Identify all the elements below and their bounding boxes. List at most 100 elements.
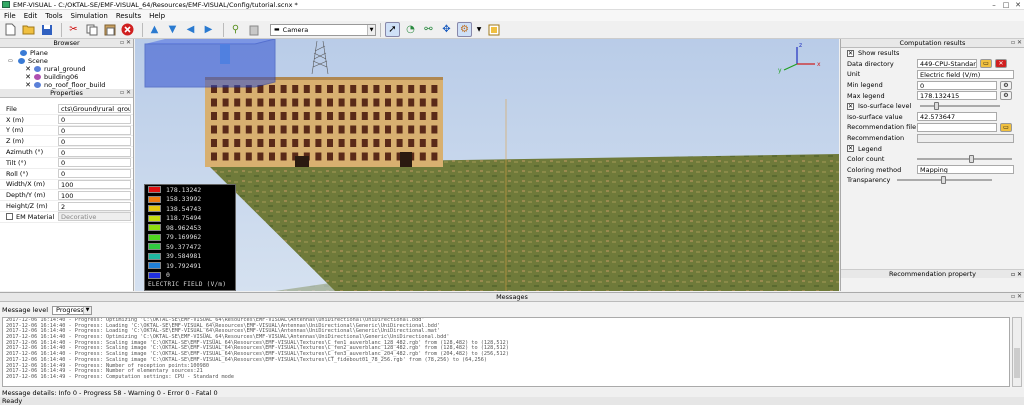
panel-controls[interactable]: ▫ ✕ (120, 39, 131, 46)
clear-icon[interactable]: ✕ (995, 59, 1007, 69)
rec-file-field[interactable] (917, 122, 997, 132)
maximize-button[interactable]: □ (1000, 0, 1012, 9)
move-left-icon[interactable]: ◀ (183, 22, 198, 37)
scrollbar-thumb[interactable] (1014, 348, 1020, 378)
message-level-select[interactable]: Progress ▼ (52, 305, 93, 315)
depth-field[interactable]: 100 (58, 190, 131, 200)
minimize-button[interactable]: – (988, 0, 1000, 9)
view-options-icon[interactable]: ⚙ (457, 22, 472, 37)
open-folder-icon[interactable]: ▭ (1000, 122, 1012, 132)
tilt-field[interactable]: 0 (58, 158, 131, 168)
new-file-icon[interactable] (3, 22, 18, 37)
color-count-slider[interactable] (917, 155, 1012, 164)
building-icon[interactable] (246, 22, 261, 37)
rec-property-header: Recommendation property ▫ ✕ (841, 269, 1024, 278)
coloring-method-row: Coloring method Mapping (841, 165, 1024, 176)
tree-item-building06[interactable]: ✕ building06 (0, 73, 133, 81)
copy-icon[interactable] (84, 22, 99, 37)
menu-simulation[interactable]: Simulation (67, 12, 112, 20)
panel-controls[interactable]: ▫ ✕ (1011, 293, 1022, 300)
azimuth-field[interactable]: 0 (58, 147, 131, 157)
results-dock: Computation results ▫ ✕ ✕ Show results D… (840, 39, 1024, 291)
min-legend-field[interactable]: 0 (917, 80, 997, 90)
log-scrollbar[interactable] (1012, 317, 1022, 387)
iso-level-slider[interactable] (920, 102, 1000, 111)
chevron-down-icon: ▼ (367, 24, 375, 35)
tree-item-scene[interactable]: ▭ Scene (0, 57, 133, 65)
visibility-check-icon[interactable]: ✕ (24, 73, 32, 81)
em-material-select[interactable]: Decorative (58, 212, 131, 222)
panel-controls[interactable]: ▫ ✕ (1011, 271, 1022, 278)
probe-icon[interactable]: ⚯ (421, 22, 436, 37)
width-field[interactable]: 100 (58, 179, 131, 189)
max-legend-row: Max legend 178.132415 ⚙ (841, 90, 1024, 101)
height-field[interactable]: 2 (58, 201, 131, 211)
panel-controls[interactable]: ▫ ✕ (1011, 39, 1022, 46)
visibility-check-icon[interactable]: ✕ (24, 65, 32, 73)
pan-move-icon[interactable]: ✥ (439, 22, 454, 37)
prop-row-y: Y (m) 0 (0, 125, 133, 137)
move-up-icon[interactable]: ▲ (147, 22, 162, 37)
building-window (211, 152, 217, 161)
transparency-slider[interactable] (897, 176, 992, 185)
file-field[interactable]: cts\Ground\rural_groun (58, 104, 131, 114)
recommendation-select[interactable] (917, 133, 1014, 143)
close-window-button[interactable]: ✕ (1012, 0, 1024, 9)
camera-select[interactable]: ▬ Camera ▼ (270, 23, 376, 36)
open-folder-icon[interactable] (21, 22, 36, 37)
report-icon[interactable] (486, 22, 501, 37)
message-log[interactable]: 2017-12-06 16:14:40 - Progress: Optimizi… (2, 317, 1010, 387)
menu-edit[interactable]: Edit (20, 12, 42, 20)
delete-icon[interactable] (120, 22, 135, 37)
open-folder-icon[interactable]: ▭ (980, 59, 992, 69)
x-field[interactable]: 0 (58, 115, 131, 125)
menu-help[interactable]: Help (145, 12, 169, 20)
visibility-check-icon[interactable]: ✕ (24, 81, 32, 89)
iso-value-field[interactable]: 42.573647 (917, 112, 997, 122)
building-window (303, 139, 310, 147)
antenna-icon[interactable]: ⚲ (228, 22, 243, 37)
roll-field[interactable]: 0 (58, 169, 131, 179)
iso-surface-checkbox[interactable]: ✕ (847, 102, 854, 110)
building-window (269, 98, 275, 107)
expand-icon[interactable]: ▭ (8, 58, 16, 64)
y-field[interactable]: 0 (58, 125, 131, 135)
view-dropdown-icon[interactable]: ▼ (475, 22, 483, 37)
max-legend-field[interactable]: 178.132415 (917, 91, 997, 101)
em-material-checkbox[interactable] (6, 213, 13, 221)
compute-icon[interactable]: ◔ (403, 22, 418, 37)
data-directory-field[interactable]: 449-CPU-Standard (917, 59, 977, 69)
object-icon (34, 82, 41, 88)
save-icon[interactable] (39, 22, 54, 37)
select-cursor-icon[interactable]: ➚ (385, 22, 400, 37)
tree-item-rural-ground[interactable]: ✕ rural_ground (0, 65, 133, 73)
object-icon (34, 74, 41, 80)
menu-file[interactable]: File (0, 12, 20, 20)
prop-row-file: File cts\Ground\rural_groun (0, 104, 133, 115)
cut-icon[interactable]: ✂ (66, 22, 81, 37)
building-window (234, 152, 241, 161)
legend-checkbox[interactable]: ✕ (847, 145, 854, 153)
3d-viewport[interactable]: z x y 178.13242 158.33992 138.54743 118.… (135, 39, 839, 291)
reset-max-icon[interactable]: ⚙ (1000, 91, 1012, 101)
coloring-method-select[interactable]: Mapping (917, 165, 1014, 175)
legend-swatch-7 (148, 252, 161, 260)
menu-results[interactable]: Results (112, 12, 145, 20)
tree-item-plane[interactable]: Plane (0, 49, 133, 57)
building-window (327, 85, 333, 93)
menu-tools[interactable]: Tools (41, 12, 66, 20)
tree-item-no-roof[interactable]: ✕ no_roof_floor_build (0, 81, 133, 89)
slider-knob[interactable] (934, 102, 939, 111)
show-results-row: ✕ Show results (847, 49, 900, 58)
slider-knob[interactable] (941, 176, 946, 185)
z-field[interactable]: 0 (58, 136, 131, 146)
show-results-checkbox[interactable]: ✕ (847, 49, 854, 57)
paste-icon[interactable] (102, 22, 117, 37)
move-right-icon[interactable]: ▶ (201, 22, 216, 37)
building-window (245, 98, 252, 107)
reset-min-icon[interactable]: ⚙ (1000, 80, 1012, 90)
panel-controls[interactable]: ▫ ✕ (120, 89, 131, 96)
unit-select[interactable]: Electric field (V/m) (917, 69, 1014, 79)
move-down-icon[interactable]: ▼ (165, 22, 180, 37)
slider-knob[interactable] (969, 155, 974, 164)
